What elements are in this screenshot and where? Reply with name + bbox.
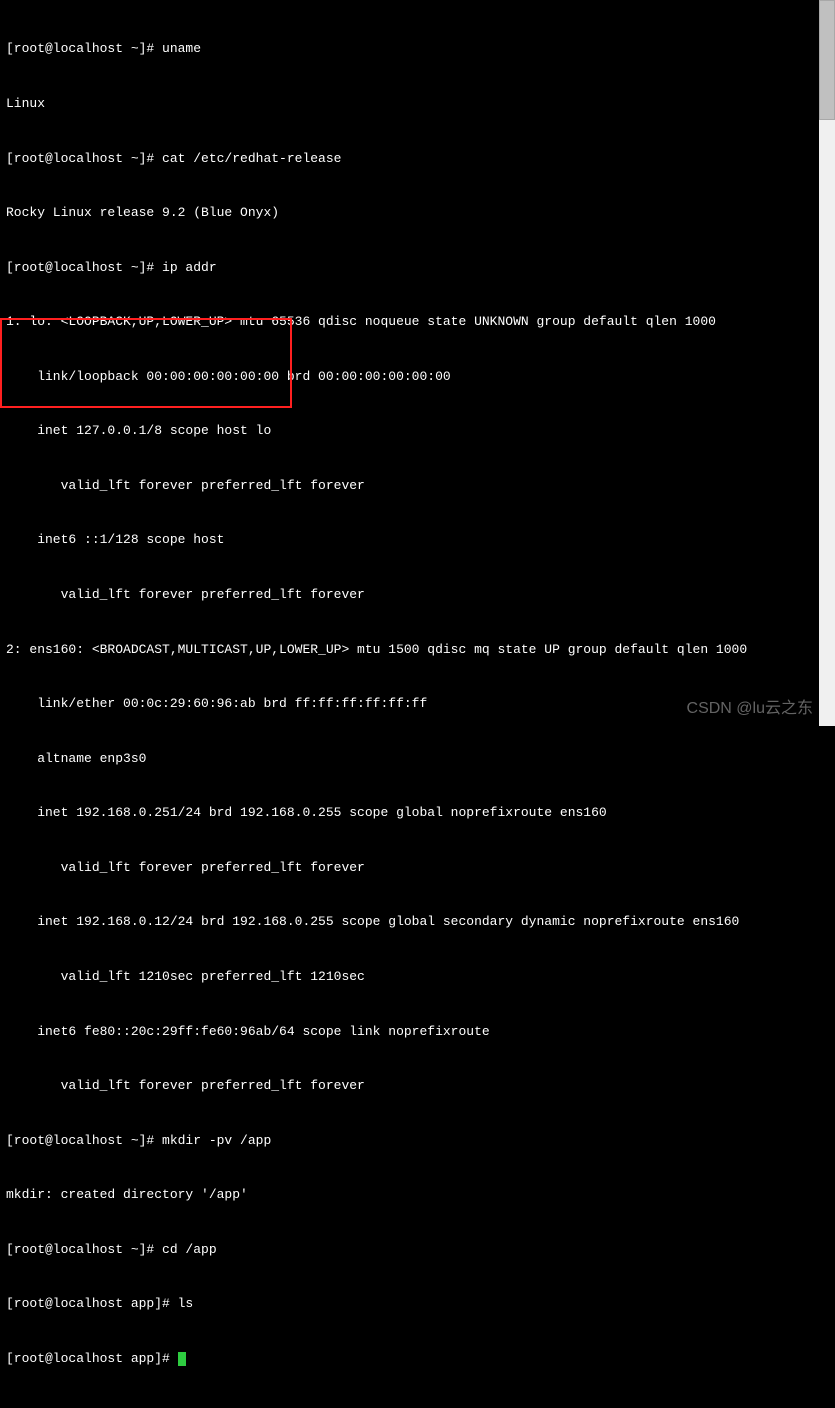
terminal-line: valid_lft forever preferred_lft forever	[6, 1077, 829, 1095]
terminal-prompt: [root@localhost app]#	[6, 1351, 178, 1366]
terminal-line: inet 192.168.0.12/24 brd 192.168.0.255 s…	[6, 913, 829, 931]
terminal-line: Rocky Linux release 9.2 (Blue Onyx)	[6, 204, 829, 222]
terminal-line: [root@localhost ~]# uname	[6, 40, 829, 58]
terminal-line: inet 127.0.0.1/8 scope host lo	[6, 422, 829, 440]
terminal-line: [root@localhost ~]# cat /etc/redhat-rele…	[6, 150, 829, 168]
terminal-line: link/loopback 00:00:00:00:00:00 brd 00:0…	[6, 368, 829, 386]
terminal-line: 1: lo: <LOOPBACK,UP,LOWER_UP> mtu 65536 …	[6, 313, 829, 331]
terminal-line: mkdir: created directory '/app'	[6, 1186, 829, 1204]
terminal-line: [root@localhost ~]# cd /app	[6, 1241, 829, 1259]
terminal-line: valid_lft forever preferred_lft forever	[6, 477, 829, 495]
terminal-prompt-line: [root@localhost app]#	[6, 1350, 829, 1368]
terminal-line: valid_lft 1210sec preferred_lft 1210sec	[6, 968, 829, 986]
terminal-line: inet6 fe80::20c:29ff:fe60:96ab/64 scope …	[6, 1023, 829, 1041]
terminal-line: 2: ens160: <BROADCAST,MULTICAST,UP,LOWER…	[6, 641, 829, 659]
terminal-line: valid_lft forever preferred_lft forever	[6, 859, 829, 877]
watermark-text: CSDN @lu云之东	[687, 694, 813, 718]
terminal-line: [root@localhost ~]# ip addr	[6, 259, 829, 277]
terminal-line: [root@localhost app]# ls	[6, 1295, 829, 1313]
terminal-line: inet 192.168.0.251/24 brd 192.168.0.255 …	[6, 804, 829, 822]
terminal-line: [root@localhost ~]# mkdir -pv /app	[6, 1132, 829, 1150]
terminal-line: inet6 ::1/128 scope host	[6, 531, 829, 549]
highlight-annotation	[0, 318, 292, 408]
terminal-line: valid_lft forever preferred_lft forever	[6, 586, 829, 604]
cursor-icon	[178, 1352, 186, 1366]
terminal-line: Linux	[6, 95, 829, 113]
terminal-line: altname enp3s0	[6, 750, 829, 768]
